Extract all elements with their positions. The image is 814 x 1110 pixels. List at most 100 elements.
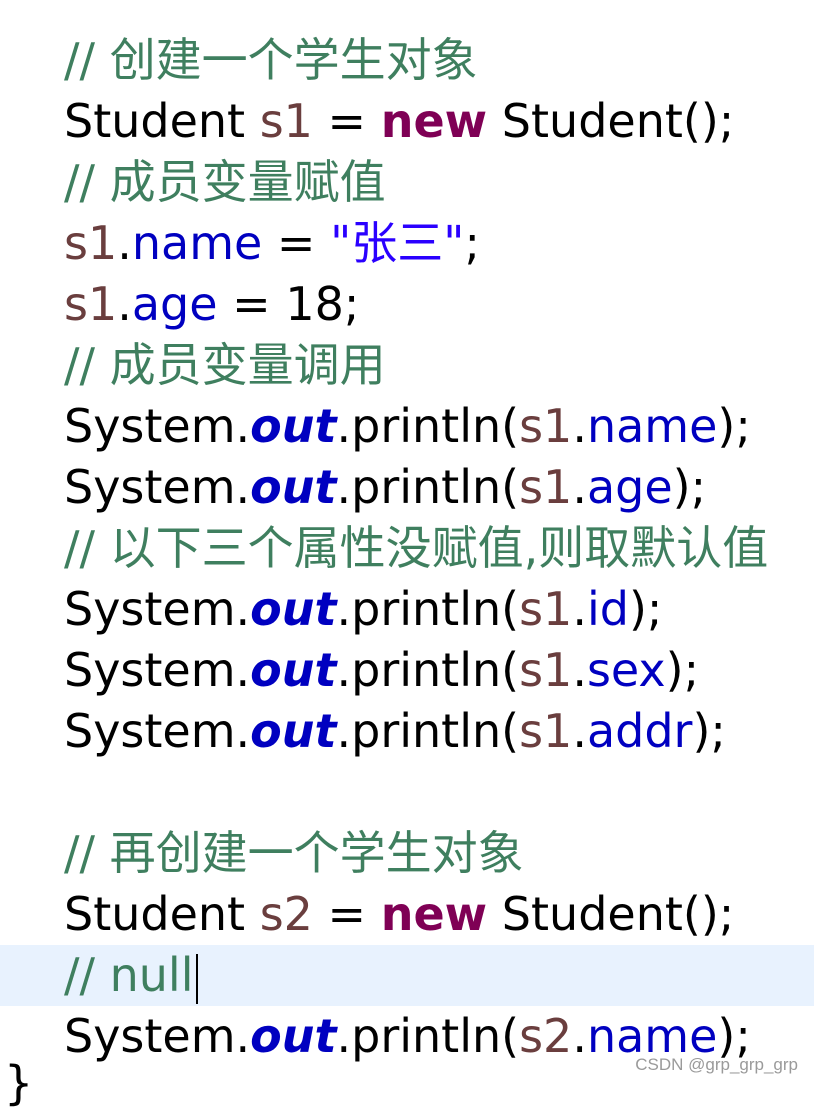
code-line-content: System.out.println(s1.name);: [64, 396, 751, 457]
code-token-static: out: [250, 704, 337, 758]
code-line-content: System.out.println(s1.id);: [64, 579, 662, 640]
code-line[interactable]: s1.name = "张三";: [0, 213, 814, 274]
code-token-comment: // 成员变量调用: [64, 338, 386, 392]
code-line[interactable]: System.out.println(s1.name);: [0, 396, 814, 457]
code-token-string: "张三": [330, 216, 465, 270]
code-line-content: Student s1 = new Student();: [64, 91, 734, 152]
code-token-plain: .println(: [336, 399, 520, 453]
code-line[interactable]: System.out.println(s1.addr);: [0, 701, 814, 762]
code-line-content: // 成员变量赋值: [64, 152, 386, 213]
code-line[interactable]: [0, 762, 814, 823]
code-line-content: System.out.println(s1.sex);: [64, 640, 699, 701]
code-line[interactable]: // 成员变量调用: [0, 335, 814, 396]
code-token-local: s1: [64, 277, 118, 331]
code-line-content: // 再创建一个学生对象: [64, 823, 524, 884]
code-line-content: // 以下三个属性没赋值,则取默认值: [64, 518, 768, 579]
code-token-plain: =: [312, 887, 381, 941]
code-line-current[interactable]: // null: [0, 945, 814, 1006]
code-token-local: s1: [259, 94, 313, 148]
code-token-plain: .: [572, 643, 587, 697]
code-token-local: s1: [519, 399, 573, 453]
code-line[interactable]: s1.age = 18;: [0, 274, 814, 335]
code-token-comment: // 成员变量赋值: [64, 155, 386, 209]
code-token-plain: .: [572, 582, 587, 636]
code-line[interactable]: // 成员变量赋值: [0, 152, 814, 213]
code-line[interactable]: System.out.println(s1.sex);: [0, 640, 814, 701]
code-editor[interactable]: // 创建一个学生对象 Student s1 = new Student();//…: [0, 0, 814, 1083]
code-token-plain: System.: [64, 643, 251, 697]
code-line-content: s1.age = 18;: [64, 274, 359, 335]
text-caret: [195, 953, 198, 1004]
code-token-field: age: [131, 277, 218, 331]
code-line[interactable]: Student s1 = new Student();: [0, 91, 814, 152]
code-token-plain: System.: [64, 704, 251, 758]
code-token-local: s1: [519, 582, 573, 636]
code-token-local: s2: [259, 887, 313, 941]
code-token-plain: ;: [464, 216, 480, 270]
code-token-plain: System.: [64, 460, 251, 514]
code-token-local: s1: [519, 643, 573, 697]
code-line[interactable]: // 创建一个学生对象: [0, 30, 814, 91]
code-line-content: // null: [64, 945, 198, 1006]
code-token-field: sex: [586, 643, 666, 697]
code-token-plain: Student();: [487, 94, 735, 148]
code-token-plain: Student: [64, 94, 260, 148]
code-line-content: // 创建一个学生对象: [64, 30, 478, 91]
code-token-plain: .println(: [336, 582, 520, 636]
code-token-plain: .: [572, 1009, 587, 1063]
code-token-plain: );: [628, 582, 663, 636]
code-token-plain: .println(: [336, 643, 520, 697]
code-token-plain: .println(: [336, 1009, 520, 1063]
code-token-local: s1: [519, 704, 573, 758]
code-line[interactable]: System.out.println(s1.age);: [0, 457, 814, 518]
code-token-plain: System.: [64, 399, 251, 453]
closing-brace: }: [4, 1056, 34, 1110]
code-line[interactable]: System.out.println(s1.id);: [0, 579, 814, 640]
code-token-plain: .: [572, 704, 587, 758]
code-token-comment: // null: [64, 948, 194, 1002]
code-token-field: name: [586, 399, 718, 453]
code-token-comment: // 创建一个学生对象: [64, 33, 478, 87]
code-token-static: out: [250, 460, 337, 514]
code-line[interactable]: // 以下三个属性没赋值,则取默认值: [0, 518, 814, 579]
code-token-field: name: [131, 216, 263, 270]
code-token-plain: System.: [64, 1009, 251, 1063]
code-line-content: System.out.println(s1.addr);: [64, 701, 726, 762]
code-token-plain: .println(: [336, 704, 520, 758]
code-token-plain: );: [672, 460, 707, 514]
code-line-content: s1.name = "张三";: [64, 213, 480, 274]
code-token-plain: System.: [64, 582, 251, 636]
code-token-field: addr: [586, 704, 693, 758]
code-line[interactable]: // 再创建一个学生对象: [0, 823, 814, 884]
code-token-static: out: [250, 582, 337, 636]
code-token-comment: // 以下三个属性没赋值,则取默认值: [64, 521, 769, 575]
code-token-keyword: new: [380, 887, 488, 941]
code-token-static: out: [250, 399, 337, 453]
code-token-plain: .: [117, 216, 132, 270]
code-token-plain: .: [572, 460, 587, 514]
code-token-plain: );: [665, 643, 700, 697]
code-line-content: System.out.println(s1.age);: [64, 457, 706, 518]
code-token-plain: =: [312, 94, 381, 148]
code-line-content: Student s2 = new Student();: [64, 884, 734, 945]
code-token-plain: );: [717, 399, 751, 453]
code-token-comment: // 再创建一个学生对象: [64, 826, 524, 880]
code-token-local: s1: [64, 216, 118, 270]
code-token-plain: = 18;: [217, 277, 360, 331]
code-token-plain: .: [572, 399, 587, 453]
code-token-keyword: new: [380, 94, 488, 148]
code-token-plain: .println(: [336, 460, 520, 514]
code-token-plain: .: [117, 277, 132, 331]
code-token-plain: );: [692, 704, 726, 758]
code-token-plain: Student: [64, 887, 260, 941]
code-token-static: out: [250, 1009, 337, 1063]
code-token-local: s1: [519, 460, 573, 514]
code-line[interactable]: Student s2 = new Student();: [0, 884, 814, 945]
code-line-content: // 成员变量调用: [64, 335, 386, 396]
watermark: CSDN @grp_grp_grp: [635, 1055, 798, 1074]
code-token-static: out: [250, 643, 337, 697]
code-token-field: id: [586, 582, 629, 636]
code-token-local: s2: [519, 1009, 573, 1063]
code-token-field: age: [586, 460, 673, 514]
code-token-plain: =: [262, 216, 331, 270]
